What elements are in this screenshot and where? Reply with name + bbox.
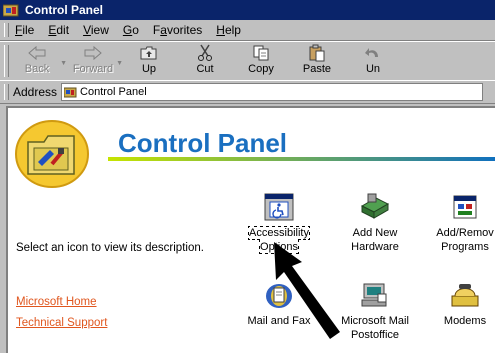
copy-button[interactable]: Copy bbox=[233, 42, 289, 78]
accessibility-icon bbox=[262, 192, 296, 222]
forward-label: Forward bbox=[72, 63, 114, 75]
address-label: Address bbox=[13, 85, 58, 99]
title-rule bbox=[108, 157, 495, 161]
up-folder-icon bbox=[140, 44, 158, 62]
control-panel-icon bbox=[3, 4, 19, 17]
description-text: Select an icon to view its description. bbox=[16, 242, 204, 254]
microsoft-home-link[interactable]: Microsoft Home bbox=[16, 296, 97, 308]
menu-help[interactable]: Help bbox=[216, 23, 241, 37]
cut-label: Cut bbox=[196, 63, 214, 75]
title-bar[interactable]: Control Panel bbox=[0, 0, 495, 20]
programs-icon bbox=[448, 192, 482, 222]
modems-item[interactable]: Modems bbox=[422, 280, 495, 328]
toolbar: Back ▼ Forward ▼ Up Cut Copy Paste Un bbox=[0, 41, 495, 81]
copy-label: Copy bbox=[248, 63, 274, 75]
paste-button[interactable]: Paste bbox=[289, 42, 345, 78]
modems-label: Modems bbox=[443, 315, 487, 327]
menu-bar: File Edit View Go Favorites Help bbox=[0, 20, 495, 41]
undo-button[interactable]: Un bbox=[345, 42, 401, 78]
back-label: Back bbox=[24, 63, 50, 75]
menu-edit[interactable]: Edit bbox=[48, 23, 69, 37]
cut-button[interactable]: Cut bbox=[177, 42, 233, 78]
postoffice-icon bbox=[358, 280, 392, 310]
forward-button[interactable]: Forward ▼ bbox=[65, 42, 123, 78]
clipboard-icon bbox=[308, 44, 326, 62]
add-remove-programs-label: Add/Remov Programs bbox=[436, 227, 494, 253]
control-panel-folder-icon bbox=[15, 120, 89, 188]
control-panel-window: Control Panel File Edit View Go Favorite… bbox=[0, 0, 495, 353]
technical-support-link[interactable]: Technical Support bbox=[16, 317, 107, 329]
hardware-icon bbox=[358, 192, 392, 222]
menu-grip[interactable] bbox=[4, 23, 9, 37]
address-bar: Address Control Panel bbox=[0, 80, 495, 104]
undo-icon bbox=[364, 44, 382, 62]
undo-label: Un bbox=[365, 63, 381, 75]
menu-go[interactable]: Go bbox=[123, 23, 139, 37]
window-title: Control Panel bbox=[25, 3, 104, 17]
address-field[interactable]: Control Panel bbox=[61, 83, 484, 101]
add-remove-programs-item[interactable]: Add/Remov Programs bbox=[422, 192, 495, 254]
modem-icon bbox=[448, 280, 482, 310]
content-pane: Control Panel Select an icon to view its… bbox=[6, 106, 495, 353]
menu-file[interactable]: File bbox=[15, 23, 34, 37]
address-grip[interactable] bbox=[4, 84, 9, 100]
up-button[interactable]: Up bbox=[121, 42, 177, 78]
menu-view[interactable]: View bbox=[83, 23, 109, 37]
back-arrow-icon bbox=[27, 44, 47, 62]
page-title: Control Panel bbox=[118, 128, 288, 158]
paste-label: Paste bbox=[302, 63, 332, 75]
back-button[interactable]: Back ▼ bbox=[9, 42, 67, 78]
pointer-arrow-icon bbox=[274, 242, 340, 339]
scissors-icon bbox=[197, 44, 213, 62]
up-label: Up bbox=[141, 63, 157, 75]
control-panel-small-icon bbox=[64, 87, 77, 97]
menu-favorites[interactable]: Favorites bbox=[153, 23, 202, 37]
copy-icon bbox=[252, 44, 270, 62]
forward-arrow-icon bbox=[83, 44, 103, 62]
address-value: Control Panel bbox=[80, 86, 147, 98]
